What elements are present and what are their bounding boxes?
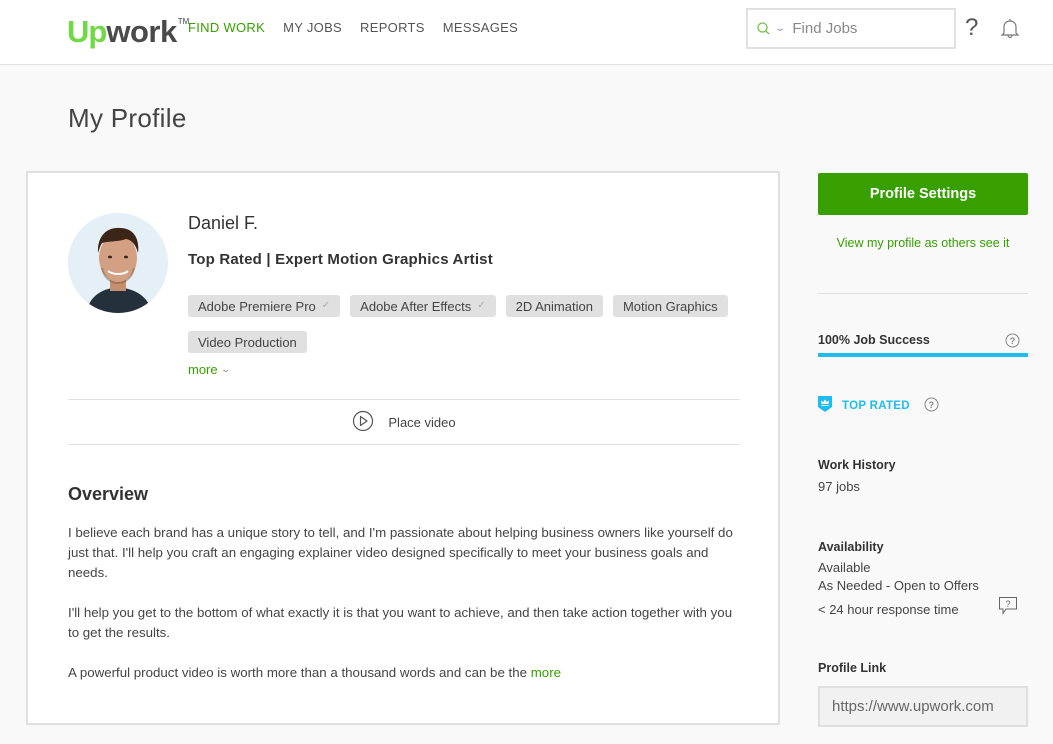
svg-text:?: ? <box>1010 336 1016 346</box>
help-circle-icon[interactable]: ? <box>1005 333 1020 351</box>
skill-tag[interactable]: Video Production <box>188 331 307 353</box>
availability-type: As Needed - Open to Offers <box>818 578 979 593</box>
skill-tag[interactable]: Motion Graphics <box>612 295 728 317</box>
profile-name: Daniel F. <box>188 213 259 233</box>
logo-up: Up <box>67 14 107 49</box>
search-icon[interactable] <box>756 21 772 37</box>
job-success-label: 100% Job Success <box>818 333 930 347</box>
verified-check-icon: ✓ <box>477 300 486 311</box>
skill-label: Adobe After Effects <box>360 298 472 314</box>
logo-work: work <box>106 14 177 49</box>
top-rated-shield-icon <box>818 396 832 415</box>
verified-check-icon: ✓ <box>321 300 331 311</box>
help-icon[interactable]: ? <box>965 14 978 42</box>
overview-heading: Overview <box>68 484 149 504</box>
place-video-button[interactable]: Place video <box>68 400 740 444</box>
skill-tag[interactable]: 2D Animation <box>505 295 603 317</box>
skills-list: Adobe Premiere Pro ✓ Adobe After Effects ✓… <box>188 295 748 353</box>
upwork-logo[interactable]: Up work TM <box>67 11 189 47</box>
nav-reports[interactable]: REPORTS <box>360 20 425 36</box>
profile-headline: Top Rated | Expert Motion Graphics Artis… <box>188 251 493 268</box>
search-input[interactable] <box>792 20 943 37</box>
top-rated-label: TOP RATED <box>842 399 910 412</box>
more-skills-link[interactable]: more ⌄ <box>188 362 231 377</box>
work-history-title: Work History <box>818 458 896 472</box>
chevron-down-icon: ⌄ <box>220 364 231 374</box>
nav-find-work[interactable]: FIND WORK <box>188 20 265 36</box>
help-circle-icon[interactable]: ? <box>924 397 939 415</box>
skill-tag[interactable]: Adobe Premiere Pro ✓ <box>188 295 341 317</box>
profile-card: Daniel F. Top Rated | Expert Motion Grap… <box>26 171 780 725</box>
top-rated-badge: TOP RATED ? <box>818 396 939 415</box>
skill-label: 2D Animation <box>515 298 593 314</box>
svg-text:?: ? <box>1005 599 1010 609</box>
work-history-value: 97 jobs <box>818 479 860 494</box>
overview-paragraph: I believe each brand has a unique story … <box>68 525 733 580</box>
main-nav: FIND WORK MY JOBS REPORTS MESSAGES <box>188 20 536 36</box>
search-type-chevron-down-icon[interactable]: ⌄ <box>774 23 786 34</box>
job-success-score: 100% Job Success ? <box>818 333 1028 348</box>
divider <box>818 293 1028 294</box>
overview-more-link[interactable]: more <box>531 665 561 680</box>
skill-label: Video Production <box>198 334 297 350</box>
profile-link-title: Profile Link <box>818 661 887 675</box>
overview-text: I believe each brand has a unique story … <box>68 523 738 703</box>
play-circle-icon <box>352 410 374 435</box>
search-box: ⌄ <box>746 8 956 49</box>
svg-text:?: ? <box>928 400 934 410</box>
avatar[interactable] <box>68 213 168 313</box>
availability-title: Availability <box>818 540 884 554</box>
availability-status: Available <box>818 560 871 575</box>
nav-my-jobs[interactable]: MY JOBS <box>283 20 342 36</box>
overview-paragraph-text: A powerful product video is worth more t… <box>68 665 531 680</box>
speech-bubble-help-icon[interactable]: ? <box>998 596 1018 621</box>
more-skills-label: more <box>188 362 218 377</box>
overview-paragraph: I'll help you get to the bottom of what … <box>68 605 733 640</box>
divider <box>68 444 740 445</box>
page-title: My Profile <box>68 103 187 133</box>
profile-link-field[interactable] <box>818 686 1028 727</box>
skill-label: Motion Graphics <box>622 298 718 314</box>
job-success-bar <box>818 353 1028 357</box>
nav-messages[interactable]: MESSAGES <box>443 20 518 36</box>
response-time: < 24 hour response time <box>818 602 959 617</box>
place-video-label: Place video <box>388 414 456 430</box>
overview-paragraph-last: A powerful product video is worth more t… <box>68 663 738 683</box>
bell-icon[interactable] <box>999 17 1021 44</box>
job-success-bar-fill <box>818 353 1028 357</box>
skill-tag[interactable]: Adobe After Effects ✓ <box>350 295 496 317</box>
profile-settings-button[interactable]: Profile Settings <box>818 173 1028 215</box>
view-profile-as-others-link[interactable]: View my profile as others see it <box>818 236 1028 250</box>
skill-label: Adobe Premiere Pro <box>198 298 316 314</box>
top-header: Up work TM FIND WORK MY JOBS REPORTS MES… <box>0 0 1053 65</box>
